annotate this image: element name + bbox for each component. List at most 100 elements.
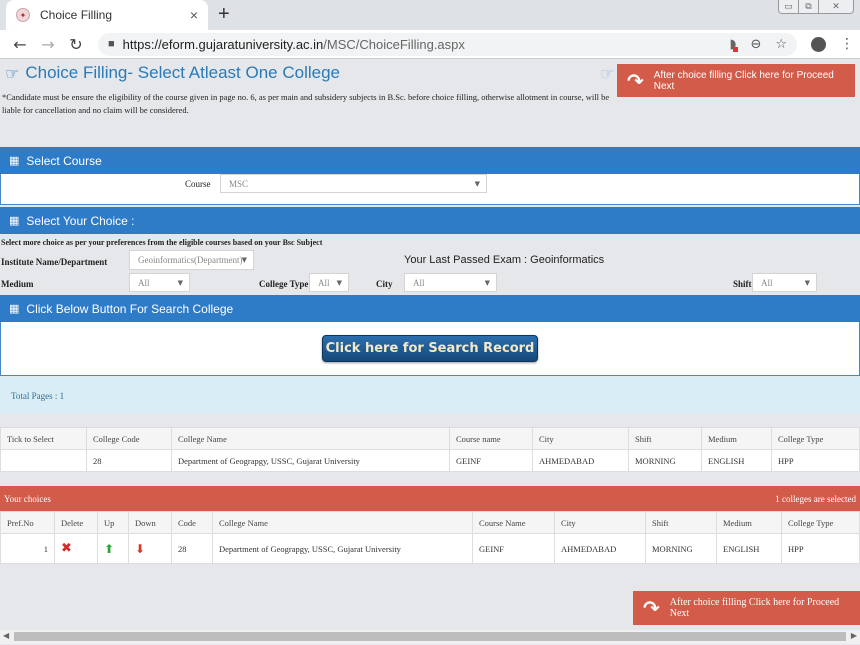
forward-button[interactable]: →	[34, 35, 62, 54]
college-type-cell: HPP	[771, 449, 860, 472]
medium-cell: ENGLISH	[701, 449, 772, 472]
blocked-content-icon[interactable]: ◗	[730, 37, 739, 52]
city-select-value: All	[413, 277, 425, 288]
column-header: Medium	[716, 511, 782, 534]
choices-header-row: Pref.No Delete Up Down Code College Name…	[0, 511, 860, 534]
zoom-icon[interactable]: ⊖	[750, 37, 761, 52]
site-favicon-icon: ✦	[16, 8, 30, 22]
url-host: https://eform.gujaratuniversity.ac.in	[122, 36, 324, 52]
city-select[interactable]: All ▼	[404, 273, 497, 292]
horizontal-scrollbar[interactable]: ◀ ▶	[0, 630, 860, 644]
college-name-cell: Department of Geograpgy, USSC, Gujarat U…	[171, 449, 450, 472]
new-tab-button[interactable]: +	[218, 4, 230, 24]
scroll-left-icon[interactable]: ◀	[3, 631, 9, 640]
reload-button[interactable]: ↻	[62, 35, 90, 54]
choices-table: Pref.No Delete Up Down Code College Name…	[0, 511, 860, 564]
select-choice-heading-text: Select Your Choice :	[26, 213, 135, 228]
college-code-cell: 28	[86, 449, 172, 472]
column-header: Pref.No	[0, 511, 55, 534]
college-type-select[interactable]: All ▼	[309, 273, 349, 292]
search-college-heading: ▦ Click Below Button For Search College	[0, 295, 860, 322]
share-arrow-icon: ↷	[627, 68, 644, 93]
institute-select[interactable]: Geoinformatics(Department) ▼	[129, 250, 254, 270]
table-grid-icon: ▦	[9, 302, 20, 315]
shift-select[interactable]: All ▼	[752, 273, 817, 292]
page-title: ☞ Choice Filling- Select Atleast One Col…	[5, 63, 340, 83]
city-cell: AHMEDABAD	[554, 533, 646, 564]
eligibility-notice: *Candidate must be ensure the eligibilit…	[2, 92, 610, 115]
college-type-label: College Type	[259, 279, 309, 289]
restore-button[interactable]: ⧉	[799, 0, 819, 13]
column-header: College Name	[212, 511, 473, 534]
city-label: City	[376, 279, 393, 289]
minimize-button[interactable]: ▭	[779, 0, 799, 13]
select-choice-heading: ▦ Select Your Choice :	[0, 207, 860, 234]
shift-select-value: All	[761, 277, 773, 288]
close-window-button[interactable]: ✕	[819, 0, 853, 13]
chevron-down-icon: ▼	[484, 278, 490, 287]
course-name-cell: GEINF	[472, 533, 555, 564]
tab-title: Choice Filling	[40, 8, 113, 22]
results-header-row: Tick to Select College Code College Name…	[0, 427, 860, 450]
city-cell: AHMEDABAD	[532, 449, 629, 472]
column-header: Course Name	[472, 511, 555, 534]
college-type-select-value: All	[318, 277, 330, 288]
pref-no-cell: 1	[0, 533, 55, 564]
column-header: Down	[128, 511, 172, 534]
delete-cell: ✖	[54, 533, 98, 564]
chevron-down-icon: ▼	[177, 278, 183, 287]
shift-cell: MORNING	[628, 449, 702, 472]
delete-icon[interactable]: ✖	[61, 541, 72, 556]
column-header: College Code	[86, 427, 172, 450]
browser-tabbar: ✦ Choice Filling × + ▭ ⧉ ✕	[0, 0, 860, 30]
browser-tab[interactable]: ✦ Choice Filling ×	[6, 0, 208, 30]
url-input[interactable]: ■ https://eform.gujaratuniversity.ac.in/…	[98, 32, 797, 56]
search-record-button[interactable]: Click here for Search Record	[322, 335, 538, 362]
column-header: College Name	[171, 427, 450, 450]
chevron-down-icon: ▼	[474, 179, 480, 188]
lock-icon: ■	[108, 38, 115, 50]
shift-label: Shift	[733, 279, 752, 289]
url-text: https://eform.gujaratuniversity.ac.in/MS…	[123, 37, 465, 52]
course-label: Course	[185, 179, 211, 189]
proceed-label: After choice filling Click here for Proc…	[669, 597, 840, 619]
results-table: Tick to Select College Code College Name…	[0, 427, 860, 472]
your-choices-title: Your choices	[4, 493, 51, 504]
proceed-next-button-bottom[interactable]: ↷ After choice filling Click here for Pr…	[633, 591, 860, 625]
move-down-icon[interactable]: ⬇	[135, 542, 145, 556]
scroll-right-icon[interactable]: ▶	[851, 631, 857, 640]
search-college-heading-text: Click Below Button For Search College	[26, 301, 234, 316]
url-path: /MSC/ChoiceFilling.aspx	[323, 36, 465, 52]
medium-select[interactable]: All ▼	[129, 273, 190, 292]
column-header: College Type	[771, 427, 860, 450]
your-choices-heading: Your choices 1 colleges are selected	[0, 486, 860, 511]
last-passed-exam: Your Last Passed Exam : Geoinformatics	[404, 254, 605, 266]
tab-close-icon[interactable]: ×	[190, 7, 198, 23]
shift-cell: MORNING	[645, 533, 717, 564]
up-cell: ⬆	[97, 533, 129, 564]
column-header: Code	[171, 511, 213, 534]
chevron-down-icon: ▼	[804, 278, 810, 287]
bookmark-star-icon[interactable]: ☆	[775, 37, 787, 52]
select-course-heading: ▦ Select Course	[0, 147, 860, 174]
chevron-down-icon: ▼	[336, 278, 342, 287]
column-header: Medium	[701, 427, 772, 450]
column-header: Tick to Select	[0, 427, 87, 450]
browser-menu-icon[interactable]: ⋮	[840, 36, 854, 52]
table-row: 28 Department of Geograpgy, USSC, Gujara…	[0, 449, 860, 472]
course-name-cell: GEINF	[449, 449, 533, 472]
proceed-next-button-top[interactable]: ↷ After choice filling Click here for Pr…	[617, 64, 855, 97]
column-header: Shift	[628, 427, 702, 450]
course-select[interactable]: MSC ▼	[220, 174, 487, 193]
hand-pointer-icon: ☞	[5, 63, 20, 83]
back-button[interactable]: ←	[6, 35, 34, 54]
table-grid-icon: ▦	[9, 154, 20, 167]
tick-select-cell[interactable]	[0, 449, 87, 472]
column-header: Up	[97, 511, 129, 534]
move-up-icon[interactable]: ⬆	[104, 542, 114, 556]
column-header: Course name	[449, 427, 533, 450]
scrollbar-thumb[interactable]	[14, 632, 846, 641]
medium-label: Medium	[1, 279, 34, 289]
search-panel: Click here for Search Record	[0, 322, 860, 376]
profile-avatar-icon[interactable]	[811, 36, 826, 52]
